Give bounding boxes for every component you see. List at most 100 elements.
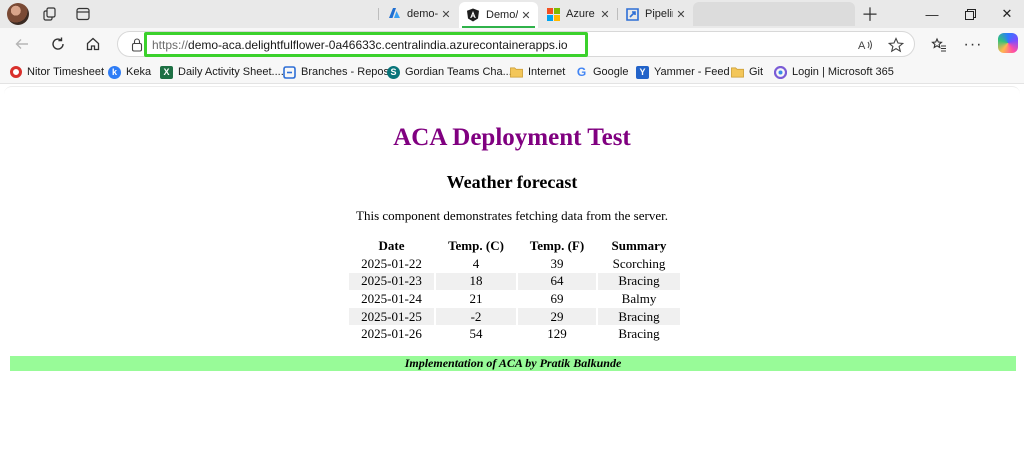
table-header-row: Date Temp. (C) Temp. (F) Summary: [349, 237, 680, 255]
cell-date: 2025-01-24: [361, 290, 422, 306]
table-row: 2025-01-25 -2 29 Bracing: [349, 307, 680, 326]
cell-temp-f: 129: [547, 326, 567, 342]
tab-strip: demo- ✕ Demo/ ✕ Azure ✕ Pipelin ✕ ＋ — ✕: [0, 0, 1024, 28]
google-icon: G: [576, 65, 587, 79]
tab-strip-empty-area: [693, 2, 855, 26]
cell-temp-c: 21: [469, 290, 483, 306]
yammer-icon: Y: [636, 65, 649, 79]
cell-temp-c: -2: [436, 307, 516, 326]
keka-icon: k: [108, 65, 121, 79]
microsoft-icon: [546, 7, 560, 21]
favorite-label: Keka: [126, 66, 152, 78]
azure-repos-icon: [283, 65, 296, 79]
cell-temp-c: 4: [472, 255, 480, 271]
favorites-icon[interactable]: [928, 34, 950, 56]
more-options-icon[interactable]: ···: [962, 34, 984, 56]
sharepoint-icon: S: [387, 65, 400, 79]
column-header-temp-c: Temp. (C): [448, 238, 504, 253]
cell-summary: Bracing: [618, 326, 660, 342]
folder-icon: [731, 66, 744, 79]
favorite-star-icon[interactable]: [887, 36, 905, 54]
cell-date: 2025-01-26: [361, 326, 422, 342]
tab-title: Azure: [566, 8, 595, 20]
favorite-daily-activity-sheet[interactable]: X Daily Activity Sheet....: [160, 60, 284, 84]
section-heading: Weather forecast: [446, 172, 578, 192]
favorite-yammer-feed[interactable]: Y Yammer - Feed: [636, 60, 730, 84]
tab-title: Pipelin: [645, 8, 673, 20]
favorite-label: Yammer - Feed: [654, 66, 730, 78]
cell-temp-f: 29: [518, 307, 596, 326]
favorite-branches-repos[interactable]: Branches - Repos: [283, 60, 389, 84]
microsoft365-icon: [774, 65, 787, 79]
profile-avatar[interactable]: [7, 3, 29, 25]
cell-temp-c: 18: [436, 272, 516, 291]
favorite-label: Google: [593, 66, 629, 78]
excel-icon: X: [160, 65, 173, 79]
weather-forecast-table: Date Temp. (C) Temp. (F) Summary 2025-01…: [347, 237, 682, 343]
lock-icon[interactable]: [131, 37, 143, 53]
minimize-button[interactable]: —: [917, 4, 947, 24]
vertical-tabs-icon[interactable]: [71, 3, 95, 25]
tab-azure-portal[interactable]: Azure ✕: [539, 2, 617, 26]
tab-separator: [378, 8, 379, 20]
cell-summary: Scorching: [612, 255, 666, 271]
cell-temp-f: 64: [518, 272, 596, 291]
favorite-gordian-teams[interactable]: S Gordian Teams Cha...: [387, 60, 512, 84]
cell-temp-f: 69: [550, 290, 564, 306]
cell-temp-f: 39: [550, 255, 564, 271]
cell-summary: Bracing: [598, 272, 680, 291]
cell-date: 2025-01-25: [349, 307, 434, 326]
tab-demo-azure[interactable]: demo- ✕: [380, 2, 458, 26]
restore-button[interactable]: [955, 4, 985, 24]
favorite-label: Gordian Teams Cha...: [405, 66, 512, 78]
favorite-label: Nitor Timesheet: [27, 66, 105, 78]
page-description: This component demonstrates fetching dat…: [356, 208, 668, 223]
cell-summary: Bracing: [598, 307, 680, 326]
cell-temp-c: 54: [469, 326, 483, 342]
tab-title: demo-: [407, 8, 438, 20]
new-tab-button[interactable]: ＋: [858, 3, 882, 25]
copilot-icon[interactable]: [998, 33, 1018, 53]
column-header-temp-f: Temp. (F): [529, 238, 585, 253]
svg-text:A: A: [858, 40, 866, 52]
favorite-google[interactable]: G Google: [575, 60, 629, 84]
url-highlight-box: [144, 32, 588, 57]
close-icon[interactable]: ✕: [438, 8, 454, 21]
refresh-button[interactable]: [46, 32, 70, 56]
close-icon[interactable]: ✕: [518, 9, 534, 22]
workspaces-icon[interactable]: [38, 3, 62, 25]
azure-icon: [387, 7, 401, 21]
favorites-bar: Nitor Timesheet k Keka X Daily Activity …: [0, 60, 1024, 84]
favorite-label: Daily Activity Sheet....: [178, 66, 284, 78]
table-row: 2025-01-26 54 129 Bracing: [349, 325, 680, 343]
home-button[interactable]: [81, 32, 105, 56]
page-title: ACA Deployment Test: [393, 124, 631, 151]
close-icon[interactable]: ✕: [597, 8, 613, 21]
back-button[interactable]: [10, 32, 34, 56]
favorite-label: Branches - Repos: [301, 66, 390, 78]
tab-demo-angular[interactable]: Demo/ ✕: [459, 2, 538, 28]
cell-summary: Balmy: [621, 290, 657, 306]
table-row: 2025-01-23 18 64 Bracing: [349, 272, 680, 291]
favorite-folder-internet[interactable]: Internet: [510, 60, 565, 84]
table-row: 2025-01-24 21 69 Balmy: [349, 290, 680, 308]
angular-icon: [466, 8, 480, 22]
favorite-keka[interactable]: k Keka: [108, 60, 151, 84]
azure-pipelines-icon: [625, 7, 639, 21]
close-window-button[interactable]: ✕: [992, 4, 1022, 24]
favorite-nitor-timesheet[interactable]: Nitor Timesheet: [10, 60, 104, 84]
favorite-label: Internet: [528, 66, 566, 78]
favorite-label: Login | Microsoft 365: [792, 66, 894, 78]
tab-pipelines[interactable]: Pipelin ✕: [618, 2, 693, 26]
table-row: 2025-01-22 4 39 Scorching: [349, 255, 680, 273]
column-header-date: Date: [378, 238, 405, 253]
close-icon[interactable]: ✕: [673, 8, 689, 21]
folder-icon: [510, 66, 523, 79]
favorite-label: Git: [749, 66, 764, 78]
favorite-microsoft-365-login[interactable]: Login | Microsoft 365: [774, 60, 894, 84]
tab-title: Demo/: [486, 9, 518, 21]
read-aloud-icon[interactable]: A: [857, 36, 875, 54]
favorite-folder-git[interactable]: Git: [731, 60, 763, 84]
cell-date: 2025-01-22: [361, 255, 422, 271]
page-footer: Implementation of ACA by Pratik Balkunde: [10, 356, 1016, 371]
